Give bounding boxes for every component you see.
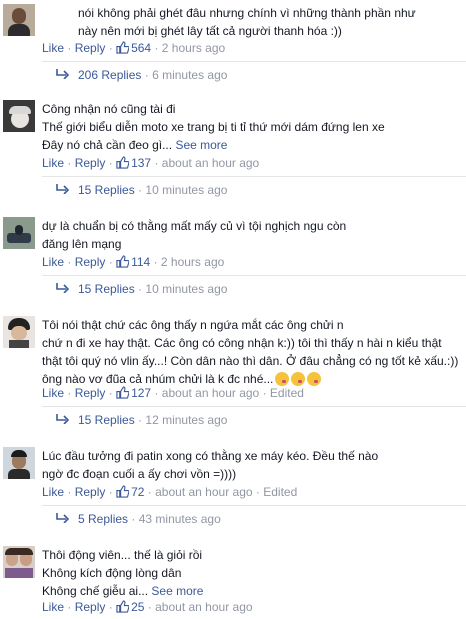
reply-arrow-icon: [56, 283, 69, 293]
like-button[interactable]: Like: [42, 600, 64, 614]
comment-actions: Like · Reply · 564 · 2 hours ago: [42, 41, 226, 55]
timestamp[interactable]: about an hour ago: [155, 485, 252, 499]
thumbs-up-icon: [116, 600, 130, 613]
divider: [42, 61, 466, 62]
comment-text: Lúc đầu tưởng đi patin xong có thằng xe …: [42, 447, 462, 483]
comment-actions: Like · Reply · 72 · about an hour ago · …: [42, 485, 298, 499]
comment-body: Tôi nói thật chứ các ông thấy n ngứa mắt…: [42, 318, 459, 386]
comment-body: nói không phải ghét đâu nhưng chính vì n…: [78, 6, 416, 38]
timestamp[interactable]: about an hour ago: [155, 600, 252, 614]
timestamp[interactable]: about an hour ago: [162, 156, 259, 170]
reply-button[interactable]: Reply: [75, 255, 106, 269]
comment-body: dự là chuẩn bị có thằng mất mấy củ vì tộ…: [42, 219, 347, 251]
like-count[interactable]: 25: [131, 600, 144, 614]
view-replies-link[interactable]: 5 Replies · 43 minutes ago: [55, 511, 221, 527]
like-button[interactable]: Like: [42, 255, 64, 269]
replies-timestamp[interactable]: 10 minutes ago: [145, 282, 227, 296]
thumbs-up-icon: [116, 156, 130, 169]
comment-body: Lúc đầu tưởng đi patin xong có thằng xe …: [42, 449, 379, 481]
like-button[interactable]: Like: [42, 485, 64, 499]
comment-text: dự là chuẩn bị có thằng mất mấy củ vì tộ…: [42, 217, 462, 253]
replies-count[interactable]: 15 Replies: [78, 183, 135, 197]
comment-text: Thôi động viên... thế là giỏi rồi Không …: [42, 546, 462, 600]
comment-actions: Like · Reply · 127 · about an hour ago ·…: [42, 386, 304, 400]
comment-text: Công nhận nó cũng tài đi Thế giới biểu d…: [42, 100, 462, 154]
thumbs-up-icon: [116, 485, 130, 498]
thumbs-up-icon: [116, 41, 130, 54]
replies-timestamp[interactable]: 43 minutes ago: [139, 512, 221, 526]
reply-arrow-icon: [56, 69, 69, 79]
view-replies-link[interactable]: 15 Replies · 10 minutes ago: [55, 182, 227, 198]
view-replies-link[interactable]: 15 Replies · 12 minutes ago: [55, 412, 227, 428]
reply-button[interactable]: Reply: [75, 156, 106, 170]
avatar[interactable]: [3, 100, 35, 132]
replies-timestamp[interactable]: 6 minutes ago: [152, 68, 227, 82]
kiss-emoji-icon: [307, 372, 322, 386]
like-button[interactable]: Like: [42, 156, 64, 170]
reply-button[interactable]: Reply: [75, 386, 106, 400]
like-count[interactable]: 564: [131, 41, 151, 55]
replies-count[interactable]: 206 Replies: [78, 68, 141, 82]
kiss-emoji-icon: [291, 372, 306, 386]
divider: [42, 406, 466, 407]
reply-button[interactable]: Reply: [75, 485, 106, 499]
reply-button[interactable]: Reply: [75, 600, 106, 614]
thumbs-up-icon: [116, 255, 130, 268]
replies-timestamp[interactable]: 10 minutes ago: [145, 183, 227, 197]
avatar[interactable]: [3, 546, 35, 578]
see-more-link[interactable]: See more: [151, 584, 203, 598]
replies-count[interactable]: 5 Replies: [78, 512, 128, 526]
like-button[interactable]: Like: [42, 41, 64, 55]
comment-text: Tôi nói thật chứ các ông thấy n ngứa mắt…: [42, 316, 462, 388]
comment-actions: Like · Reply · 25 · about an hour ago: [42, 600, 253, 614]
avatar[interactable]: [3, 217, 35, 249]
timestamp[interactable]: 2 hours ago: [162, 41, 225, 55]
comment-actions: Like · Reply · 114 · 2 hours ago: [42, 255, 225, 269]
timestamp[interactable]: about an hour ago: [162, 386, 259, 400]
like-count[interactable]: 114: [131, 255, 150, 269]
divider: [42, 275, 466, 276]
comment-text: nói không phải ghét đâu nhưng chính vì n…: [42, 4, 462, 40]
like-count[interactable]: 127: [131, 386, 151, 400]
timestamp[interactable]: 2 hours ago: [161, 255, 224, 269]
edited-label[interactable]: Edited: [263, 485, 297, 499]
avatar[interactable]: [3, 447, 35, 479]
thumbs-up-icon: [116, 386, 130, 399]
divider: [42, 505, 466, 506]
replies-count[interactable]: 15 Replies: [78, 413, 135, 427]
divider: [42, 176, 466, 177]
avatar[interactable]: [3, 4, 35, 36]
view-replies-link[interactable]: 206 Replies · 6 minutes ago: [55, 67, 227, 83]
kiss-emoji-icon: [275, 372, 290, 386]
avatar[interactable]: [3, 316, 35, 348]
replies-count[interactable]: 15 Replies: [78, 282, 135, 296]
like-count[interactable]: 72: [131, 485, 144, 499]
reply-arrow-icon: [56, 184, 69, 194]
like-button[interactable]: Like: [42, 386, 64, 400]
view-replies-link[interactable]: 15 Replies · 10 minutes ago: [55, 281, 227, 297]
like-count[interactable]: 137: [131, 156, 151, 170]
reply-arrow-icon: [56, 513, 69, 523]
reply-button[interactable]: Reply: [75, 41, 106, 55]
comment-actions: Like · Reply · 137 · about an hour ago: [42, 156, 260, 170]
reply-arrow-icon: [56, 414, 69, 424]
edited-label[interactable]: Edited: [270, 386, 304, 400]
replies-timestamp[interactable]: 12 minutes ago: [145, 413, 227, 427]
see-more-link[interactable]: See more: [175, 138, 227, 152]
